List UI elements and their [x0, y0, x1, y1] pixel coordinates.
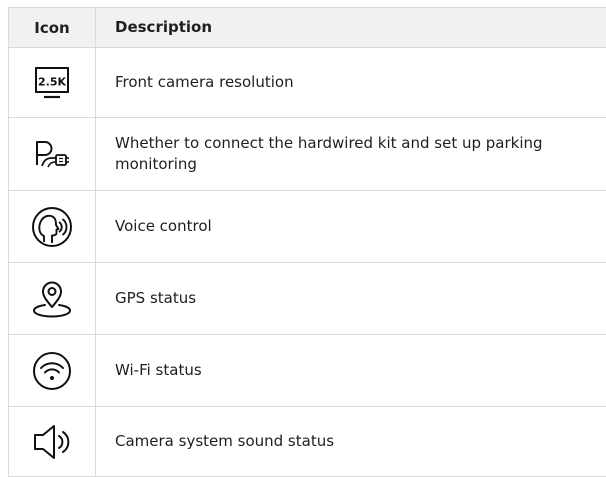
- table-row: Camera system sound status: [9, 407, 606, 477]
- description-cell: GPS status: [115, 289, 197, 307]
- header-description-column: Description: [115, 18, 213, 36]
- header-icon-column: Icon: [9, 8, 96, 47]
- icon-cell: [9, 191, 96, 262]
- table-row: GPS status: [9, 263, 606, 335]
- icon-cell: [9, 118, 96, 190]
- wifi-status-icon: [33, 351, 71, 390]
- table-row: Voice control: [9, 191, 606, 263]
- description-cell: Front camera resolution: [115, 73, 294, 91]
- resolution-icon-text: 2.5K: [38, 75, 66, 88]
- description-cell: Whether to connect the hardwired kit and…: [115, 134, 543, 173]
- description-cell: Voice control: [115, 217, 212, 235]
- voice-control-icon: [32, 206, 72, 247]
- speaker-sound-icon: [34, 424, 70, 459]
- resolution-2.5k-icon: 2.5K: [35, 66, 69, 98]
- icon-cell: [9, 335, 96, 406]
- table-row: Wi-Fi status: [9, 335, 606, 407]
- icon-cell: 2.5K: [9, 48, 96, 117]
- icon-cell: [9, 407, 96, 476]
- gps-status-icon: [32, 281, 72, 318]
- icon-cell: [9, 263, 96, 334]
- table-row: 2.5K Front camera resolution: [9, 48, 606, 118]
- table-row: Whether to connect the hardwired kit and…: [9, 118, 606, 191]
- parking-hardwire-icon: [36, 141, 69, 168]
- table-header-row: Icon Description: [9, 8, 606, 48]
- description-cell: Camera system sound status: [115, 432, 335, 450]
- description-cell: Wi-Fi status: [115, 361, 202, 379]
- icon-description-table: Icon Description 2.5K Front camera resol…: [8, 7, 606, 477]
